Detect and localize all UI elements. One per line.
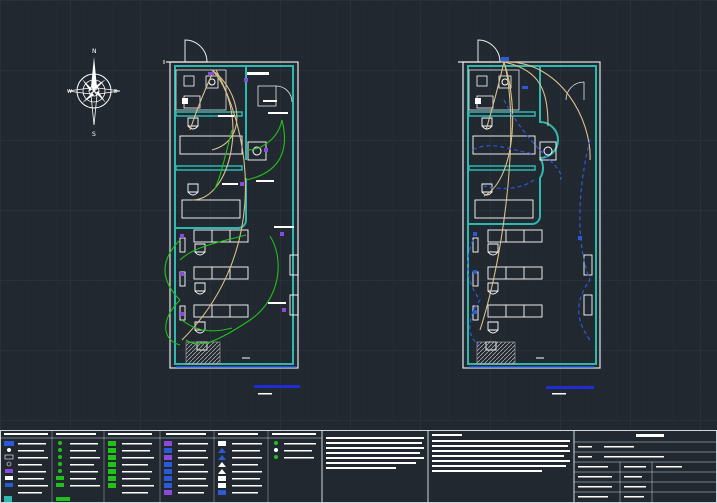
cad-drawing-canvas[interactable]: N S E W	[0, 0, 717, 503]
compass-west-label: W	[67, 89, 72, 95]
compass-north-label: N	[92, 48, 97, 55]
compass-east-label: E	[114, 89, 117, 95]
title-block[interactable]	[0, 430, 717, 503]
grid	[0, 0, 717, 430]
compass-south-label: S	[92, 131, 96, 138]
